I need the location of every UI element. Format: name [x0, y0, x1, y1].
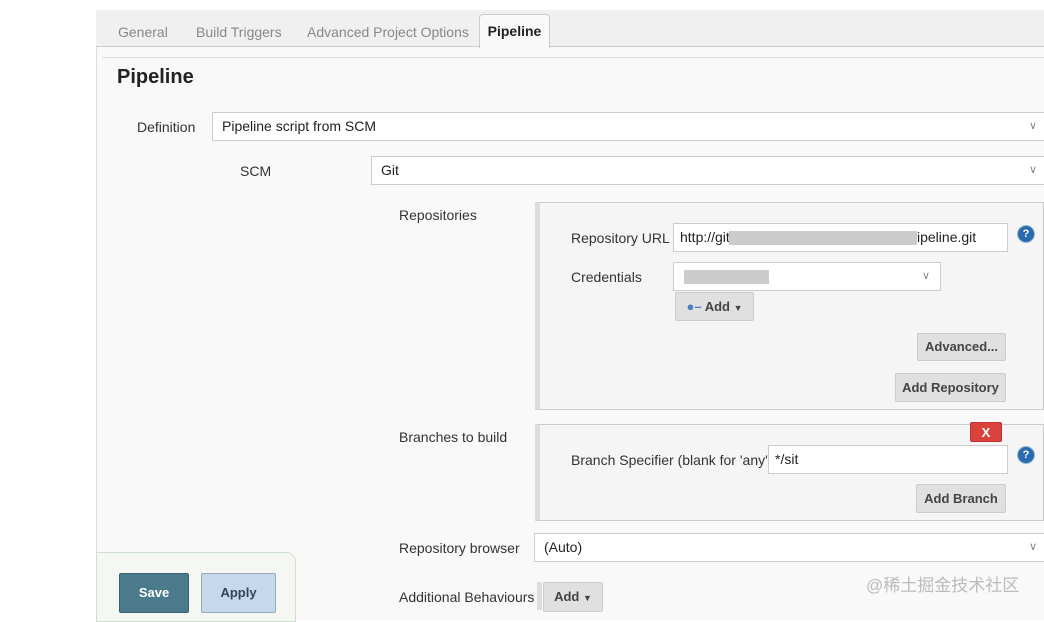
scm-value: Git [381, 162, 399, 178]
add-credentials-button[interactable]: ●– Add ▼ [675, 292, 754, 321]
tab-general[interactable]: General [118, 24, 168, 40]
definition-select[interactable]: Pipeline script from SCM ∨ [212, 112, 1044, 141]
add-label: Add [554, 589, 580, 604]
definition-value: Pipeline script from SCM [222, 118, 377, 134]
add-repository-button[interactable]: Add Repository [895, 373, 1006, 402]
advanced-button[interactable]: Advanced... [917, 333, 1006, 361]
redacted-block [729, 231, 917, 245]
branch-specifier-label: Branch Specifier (blank for 'any') [571, 452, 773, 468]
repositories-label: Repositories [399, 207, 477, 223]
help-icon[interactable]: ? [1018, 447, 1034, 463]
url-suffix: ipeline.git [917, 229, 977, 245]
scm-label: SCM [240, 163, 272, 179]
repository-url-label: Repository URL [571, 230, 670, 246]
add-label: Add [704, 299, 730, 314]
delete-branch-button[interactable]: X [970, 422, 1002, 442]
repository-browser-value: (Auto) [544, 539, 583, 555]
divider [102, 57, 1044, 58]
add-behaviour-button[interactable]: Add ▼ [543, 582, 603, 612]
repository-url-input[interactable]: http://git ipeline.git [673, 223, 1008, 252]
definition-label: Definition [137, 119, 196, 135]
tab-build-triggers[interactable]: Build Triggers [196, 24, 282, 40]
chevron-down-icon: ∨ [1028, 541, 1037, 553]
caret-down-icon: ▼ [582, 593, 592, 603]
watermark: @稀土掘金技术社区 [866, 576, 1020, 595]
apply-button[interactable]: Apply [201, 573, 276, 613]
help-icon[interactable]: ? [1018, 226, 1034, 242]
url-prefix: http://git [680, 229, 730, 245]
repository-browser-label: Repository browser [399, 540, 520, 556]
scm-select[interactable]: Git ∨ [371, 156, 1044, 185]
key-icon: ●– [686, 299, 702, 314]
chevron-down-icon: ∨ [1028, 120, 1037, 132]
tab-pipeline[interactable]: Pipeline [479, 14, 550, 48]
save-button[interactable]: Save [119, 573, 189, 613]
credentials-select[interactable]: ∨ [673, 262, 941, 291]
chevron-down-icon: ∨ [1028, 164, 1037, 176]
tab-advanced-project-options[interactable]: Advanced Project Options [307, 24, 469, 40]
credentials-label: Credentials [571, 269, 642, 285]
section-title: Pipeline [117, 66, 194, 88]
caret-down-icon: ▼ [733, 303, 743, 313]
branches-label: Branches to build [399, 429, 508, 445]
add-branch-button[interactable]: Add Branch [916, 484, 1006, 513]
additional-behaviours-label: Additional Behaviours [399, 589, 535, 605]
panel-edge [537, 582, 542, 610]
repository-browser-select[interactable]: (Auto) ∨ [534, 533, 1044, 562]
redacted-block [684, 270, 769, 284]
chevron-down-icon: ∨ [921, 270, 930, 282]
branch-specifier-input[interactable]: */sit [768, 445, 1008, 474]
